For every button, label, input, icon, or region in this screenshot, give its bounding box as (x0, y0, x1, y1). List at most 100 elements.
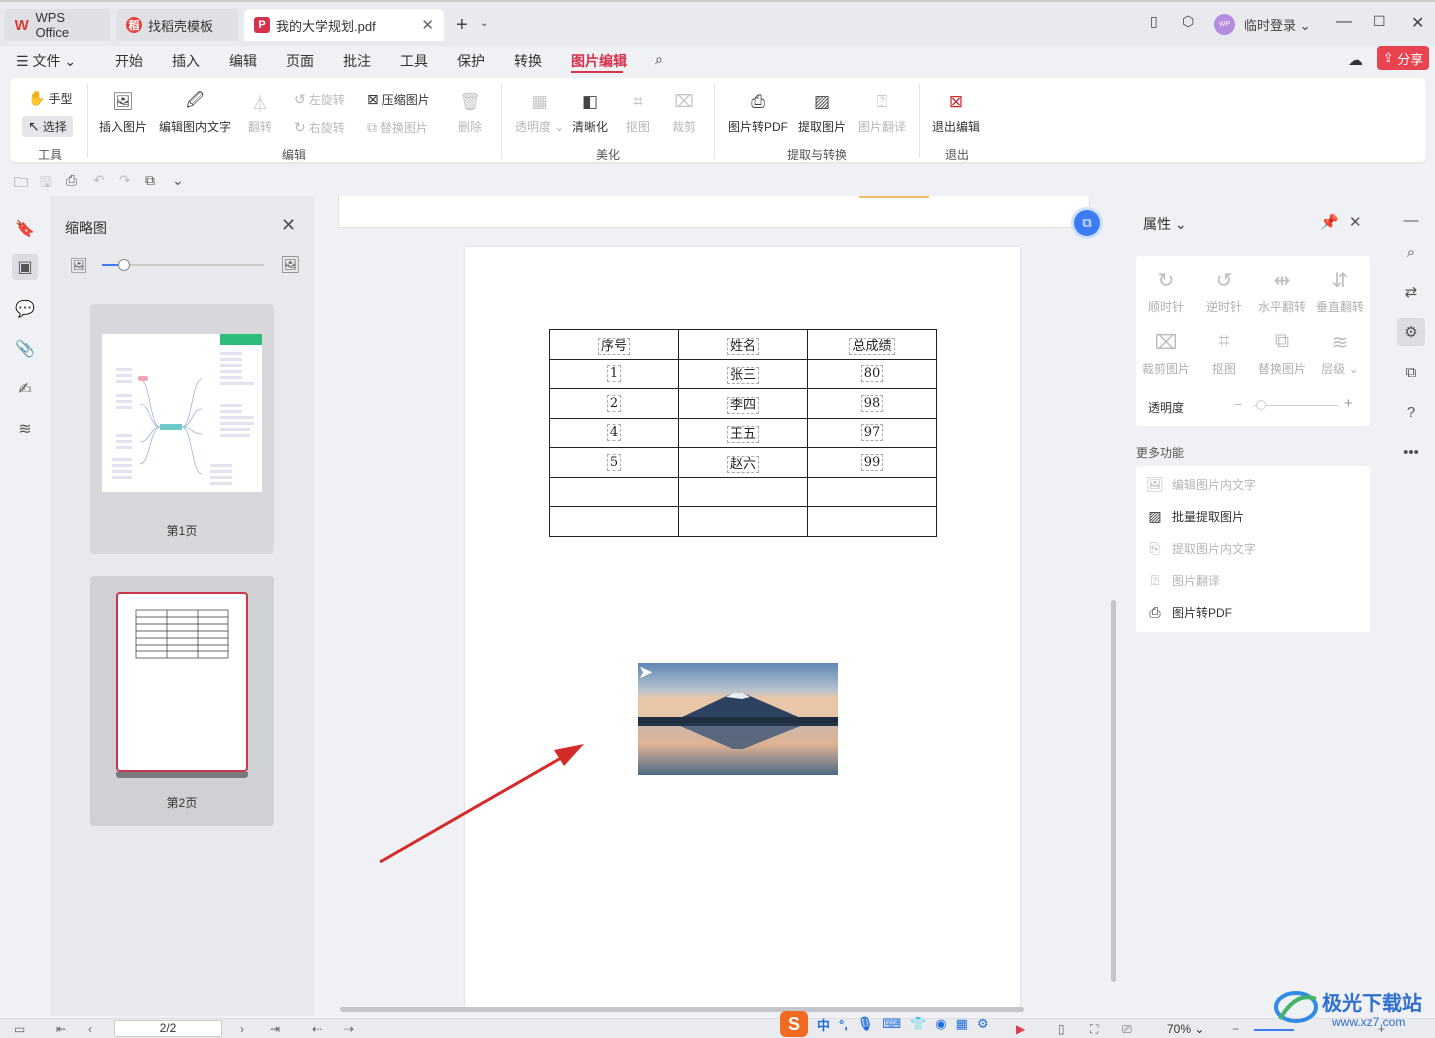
hand-tool-button[interactable]: ✋ 手型 (28, 90, 72, 107)
extract-text-item[interactable]: ⎘ 提取图片内文字 (1146, 540, 1256, 557)
minimize-icon[interactable]: — (1336, 13, 1352, 31)
new-tab-plus-icon[interactable]: + (456, 14, 468, 37)
fit-page-icon[interactable]: ⛶ (1090, 1022, 1098, 1037)
compress-image-button[interactable]: ⊠ 压缩图片 (367, 91, 430, 108)
play-icon[interactable]: ▶ (1016, 1022, 1025, 1036)
close-icon[interactable]: ✕ (281, 215, 296, 236)
layers-icon[interactable]: ≋ (12, 416, 38, 442)
menu-edit[interactable]: 编辑 (229, 51, 257, 71)
table-cell[interactable]: 王五 (678, 417, 808, 448)
floating-action-button[interactable]: ⧉ (1074, 210, 1100, 236)
layer-button[interactable]: ≋ 层级 ⌄ (1310, 330, 1370, 377)
slider-knob[interactable] (1256, 400, 1266, 410)
cube-icon[interactable]: ⬡ (1182, 13, 1194, 30)
edit-image-text-item[interactable]: 🖼 编辑图片内文字 (1146, 476, 1256, 493)
table-cell[interactable] (678, 506, 808, 537)
table-cell[interactable]: 80 (807, 358, 937, 389)
sharpen-button[interactable]: ◧ 清晰化 (572, 90, 608, 135)
rotate-view-icon[interactable]: ⎚ (1122, 1022, 1132, 1037)
mountain-lake-image[interactable] (638, 663, 838, 775)
table-cell[interactable]: 99 (807, 447, 937, 478)
single-page-icon[interactable]: ▯ (1058, 1022, 1065, 1036)
image-translate-button[interactable]: ⍰ 图片翻译 (858, 90, 906, 135)
tab-wps-office[interactable]: W WPS Office (4, 9, 110, 41)
page-thumbnail-1[interactable]: 第1页 (90, 304, 274, 554)
search-icon[interactable]: ⌕ (1397, 238, 1425, 266)
table-cell[interactable]: 1 (549, 358, 679, 389)
edit-image-text-button[interactable]: 🖉 编辑图内文字 (159, 90, 231, 135)
rotate-clockwise-button[interactable]: ↻ 顺时针 (1136, 268, 1196, 315)
map-icon[interactable]: ⧉ (1397, 358, 1425, 386)
image-to-pdf-item[interactable]: ⎙ 图片转PDF (1146, 604, 1232, 621)
comment-icon[interactable]: 💬 (12, 296, 38, 322)
microphone-icon[interactable]: 🎙 (857, 1016, 874, 1032)
document-view[interactable]: ⧉ 序号 姓名 总成绩 1 张三 80 2 李四 98 4 王五 97 5 赵六… (318, 196, 1122, 1016)
vertical-scrollbar[interactable] (1108, 202, 1118, 1012)
chevron-down-icon[interactable]: ⌄ (172, 172, 184, 189)
opacity-button[interactable]: ▦ 透明度 ⌄ (515, 90, 564, 135)
thumbnail-icon[interactable]: ▣ (12, 254, 38, 280)
save-icon[interactable]: 🖫 (40, 172, 52, 196)
print-icon[interactable]: ⎙ (66, 172, 77, 189)
menu-start[interactable]: 开始 (115, 51, 143, 71)
scrollbar-thumb[interactable] (1111, 600, 1116, 982)
rotate-counterclockwise-button[interactable]: ↺ 逆时针 (1194, 268, 1254, 315)
cloud-sync-icon[interactable]: ☁ (1348, 51, 1363, 69)
zoom-level[interactable]: 70% ⌄ (1167, 1022, 1204, 1036)
large-image-icon[interactable]: 🖼 (280, 255, 300, 275)
crop-button[interactable]: ⌧ 裁剪 (672, 90, 696, 135)
forward-icon[interactable]: ⇢ (344, 1022, 354, 1036)
first-page-icon[interactable]: ⇤ (56, 1022, 66, 1036)
plus-icon[interactable]: + (1344, 395, 1353, 412)
rotate-right-button[interactable]: ↻ 右旋转 (294, 119, 345, 136)
image-to-pdf-button[interactable]: ⎙ 图片转PDF (728, 90, 788, 135)
header-cell[interactable]: 总成绩 (807, 329, 937, 360)
table-cell[interactable] (807, 476, 937, 507)
file-menu[interactable]: ☰ 文件 ⌄ (16, 51, 76, 71)
signature-icon[interactable]: ✍ (12, 376, 38, 402)
minus-icon[interactable]: − (1234, 396, 1242, 412)
sidebar-toggle-icon[interactable]: ▭ (14, 1022, 25, 1036)
table-cell[interactable]: 2 (549, 388, 679, 419)
close-window-icon[interactable]: ✕ (1411, 13, 1424, 33)
more-icon[interactable]: ••• (1397, 438, 1425, 466)
cutout-button[interactable]: ⌗ 抠图 (1194, 330, 1254, 377)
menu-page[interactable]: 页面 (286, 51, 314, 71)
tab-daoke-templates[interactable]: 稻 找稻壳模板 (116, 9, 238, 41)
table-cell[interactable]: 李四 (678, 388, 808, 419)
extract-image-button[interactable]: ▨ 提取图片 (798, 90, 846, 135)
table-cell[interactable]: 4 (549, 417, 679, 448)
close-icon[interactable]: ✕ (1349, 213, 1362, 231)
cutout-button[interactable]: ⌗ 抠图 (626, 90, 650, 135)
select-tool-button[interactable]: ↖ 选择 (22, 116, 73, 137)
zoom-out-icon[interactable]: − (1232, 1022, 1239, 1036)
menu-insert[interactable]: 插入 (172, 51, 200, 71)
avatar[interactable]: WP (1214, 14, 1235, 35)
translate-icon[interactable]: ⇄ (1397, 278, 1425, 306)
help-icon[interactable]: ? (1397, 398, 1425, 426)
header-cell[interactable]: 序号 (549, 329, 679, 360)
chevron-down-icon[interactable]: ⌄ (480, 18, 488, 29)
panel-title[interactable]: 属性 ⌄ (1143, 214, 1187, 234)
rotate-left-button[interactable]: ↺ 左旋转 (294, 91, 345, 108)
ime-mode[interactable]: 中 (817, 1015, 830, 1034)
apps-icon[interactable]: ▦ (956, 1016, 968, 1032)
sogou-ime-icon[interactable]: S (780, 1011, 808, 1037)
redo-icon[interactable]: ↷ (119, 172, 131, 189)
menu-tools[interactable]: 工具 (400, 51, 428, 71)
attachment-icon[interactable]: 📎 (12, 336, 38, 362)
slider-knob[interactable] (118, 259, 130, 271)
login-button[interactable]: 临时登录 ⌄ (1244, 15, 1311, 34)
crop-image-button[interactable]: ⌧ 裁剪图片 (1136, 330, 1196, 377)
table-cell[interactable]: 98 (807, 388, 937, 419)
close-tab-icon[interactable]: ✕ (421, 16, 434, 34)
flip-vertical-button[interactable]: ⇵ 垂直翻转 (1310, 268, 1370, 315)
next-page-icon[interactable]: › (240, 1022, 244, 1036)
table-cell[interactable] (807, 506, 937, 537)
emoji-icon[interactable]: ◉ (935, 1016, 946, 1032)
replace-image-button[interactable]: ⧉ 替换图片 (1252, 330, 1312, 377)
replace-image-button[interactable]: ⧉ 替换图片 (367, 119, 428, 136)
menu-protect[interactable]: 保护 (457, 51, 485, 71)
maximize-icon[interactable]: ☐ (1373, 13, 1386, 30)
tab-pdf-document[interactable]: P 我的大学规划.pdf ✕ (244, 9, 444, 41)
